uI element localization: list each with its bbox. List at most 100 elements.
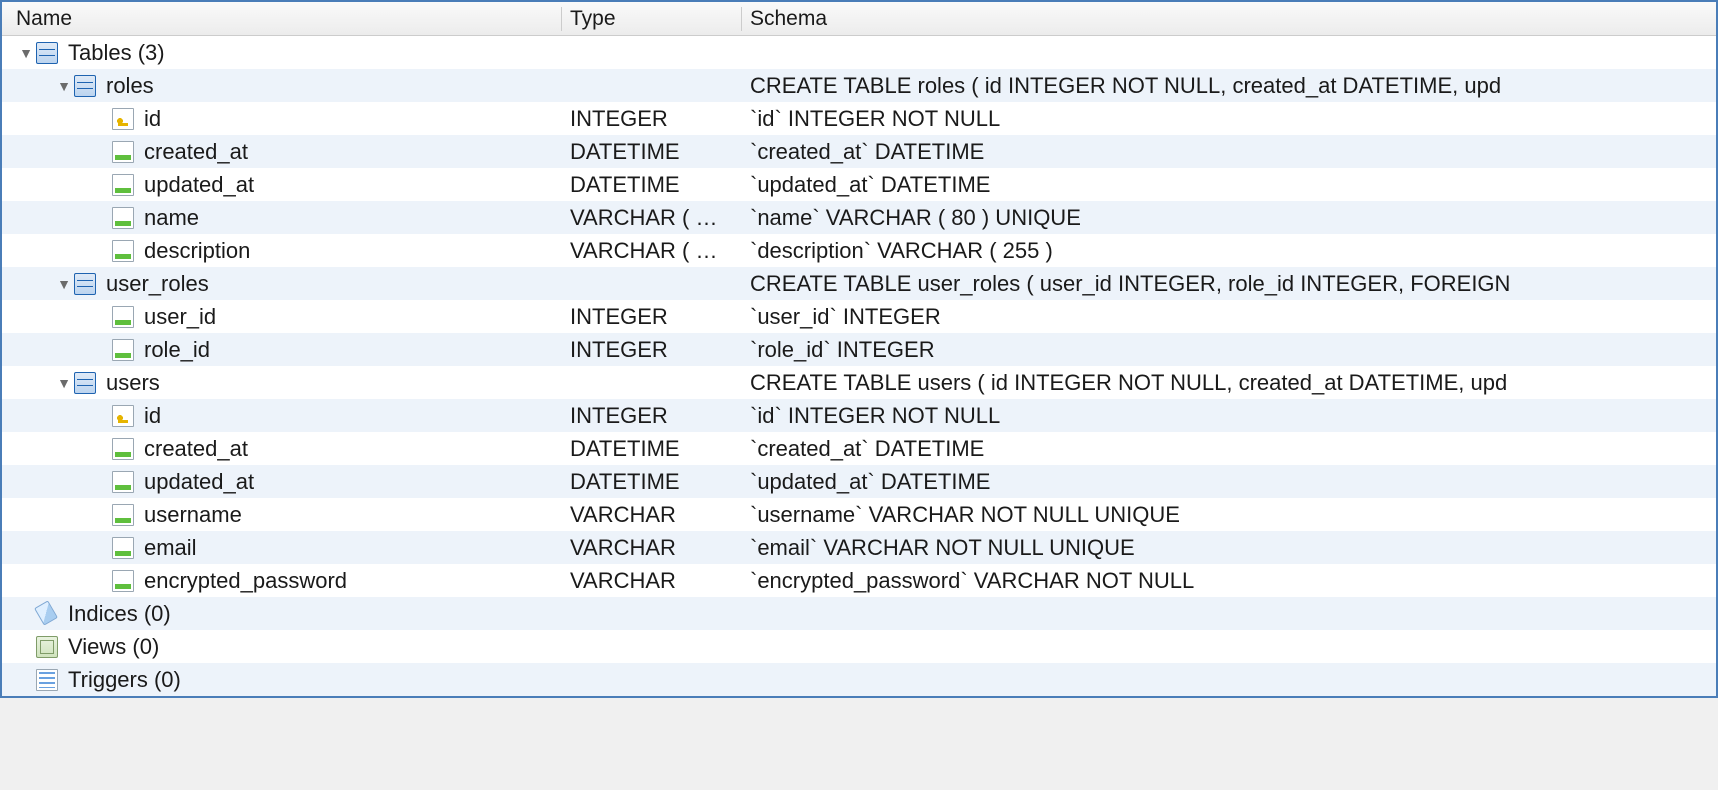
col-icon xyxy=(112,174,134,196)
cell-schema: `created_at` DATETIME xyxy=(742,436,1716,462)
cell-type: VARCHAR xyxy=(562,535,742,561)
header-type[interactable]: Type xyxy=(562,7,742,31)
table-icon xyxy=(36,42,58,64)
table-icon xyxy=(74,273,96,295)
row-label: role_id xyxy=(144,337,210,363)
cell-name: name xyxy=(2,205,562,231)
header-name[interactable]: Name xyxy=(2,7,562,31)
row-label: email xyxy=(144,535,197,561)
trigger-icon xyxy=(36,669,58,691)
cell-name: user_id xyxy=(2,304,562,330)
cell-name: Triggers (0) xyxy=(2,667,562,693)
tree-row[interactable]: updated_at DATETIME`updated_at` DATETIME xyxy=(2,465,1716,498)
cell-name: encrypted_password xyxy=(2,568,562,594)
tree-row[interactable]: ▼Tables (3) xyxy=(2,36,1716,69)
cell-name: updated_at xyxy=(2,172,562,198)
header-schema[interactable]: Schema xyxy=(742,7,1716,31)
tree-row[interactable]: Indices (0) xyxy=(2,597,1716,630)
row-label: created_at xyxy=(144,139,248,165)
row-label: name xyxy=(144,205,199,231)
row-label: created_at xyxy=(144,436,248,462)
cell-schema: `encrypted_password` VARCHAR NOT NULL xyxy=(742,568,1716,594)
disclosure-triangle[interactable]: ▼ xyxy=(54,276,74,292)
tree-row[interactable]: username VARCHAR`username` VARCHAR NOT NU… xyxy=(2,498,1716,531)
tree-rows: ▼Tables (3)▼rolesCREATE TABLE roles ( id… xyxy=(2,36,1716,696)
disclosure-triangle[interactable]: ▼ xyxy=(16,45,36,61)
col-icon xyxy=(112,570,134,592)
disclosure-triangle[interactable]: ▼ xyxy=(54,375,74,391)
tree-row[interactable]: nameVARCHAR ( …`name` VARCHAR ( 80 ) UNI… xyxy=(2,201,1716,234)
cell-type: INTEGER xyxy=(562,106,742,132)
cell-type: DATETIME xyxy=(562,139,742,165)
cell-schema: `id` INTEGER NOT NULL xyxy=(742,106,1716,132)
cell-name: ▼ roles xyxy=(2,73,562,99)
cell-type: INTEGER xyxy=(562,403,742,429)
tree-row[interactable]: user_idINTEGER`user_id` INTEGER xyxy=(2,300,1716,333)
row-label: Triggers (0) xyxy=(68,667,181,693)
disclosure-triangle[interactable]: ▼ xyxy=(54,78,74,94)
cell-schema: `user_id` INTEGER xyxy=(742,304,1716,330)
tree-row[interactable]: ▼user_roles CREATE TABLE user_roles ( use… xyxy=(2,267,1716,300)
cell-schema: `description` VARCHAR ( 255 ) xyxy=(742,238,1716,264)
row-label: id xyxy=(144,403,161,429)
cell-name: Indices (0) xyxy=(2,601,562,627)
cell-name: id xyxy=(2,403,562,429)
tree-row[interactable]: ▼rolesCREATE TABLE roles ( id INTEGER NO… xyxy=(2,69,1716,102)
cell-name: username xyxy=(2,502,562,528)
cell-schema: `role_id` INTEGER xyxy=(742,337,1716,363)
tree-row[interactable]: ▼ users CREATE TABLE users ( id INTEGER NO… xyxy=(2,366,1716,399)
cell-schema: `updated_at` DATETIME xyxy=(742,172,1716,198)
col-icon xyxy=(112,240,134,262)
row-label: description xyxy=(144,238,250,264)
col-icon xyxy=(112,141,134,163)
col-icon xyxy=(112,438,134,460)
tree-row[interactable]: updated_atDATETIME`updated_at` DATETIME xyxy=(2,168,1716,201)
row-label: Indices (0) xyxy=(68,601,171,627)
col-icon xyxy=(112,207,134,229)
col-icon xyxy=(112,339,134,361)
tree-row[interactable]: created_at DATETIME`created_at` DATETIME xyxy=(2,432,1716,465)
tree-row[interactable]: emailVARCHAR`email` VARCHAR NOT NULL UNI… xyxy=(2,531,1716,564)
cell-schema: `username` VARCHAR NOT NULL UNIQUE xyxy=(742,502,1716,528)
cell-name: ▼ users xyxy=(2,370,562,396)
tree-row[interactable]: encrypted_password VARCHAR`encrypted_pass… xyxy=(2,564,1716,597)
cell-name: created_at xyxy=(2,436,562,462)
cell-name: description xyxy=(2,238,562,264)
col-icon xyxy=(112,471,134,493)
row-label: users xyxy=(106,370,160,396)
col-icon xyxy=(112,537,134,559)
cell-name: id xyxy=(2,106,562,132)
cell-schema: CREATE TABLE users ( id INTEGER NOT NULL… xyxy=(742,370,1716,396)
row-label: updated_at xyxy=(144,172,254,198)
cell-name: updated_at xyxy=(2,469,562,495)
cell-type: VARCHAR ( … xyxy=(562,238,742,264)
tree-row[interactable]: created_at DATETIME`created_at` DATETIME xyxy=(2,135,1716,168)
row-label: roles xyxy=(106,73,154,99)
cell-schema: CREATE TABLE user_roles ( user_id INTEGE… xyxy=(742,271,1716,297)
cell-type: VARCHAR xyxy=(562,568,742,594)
cell-schema: `updated_at` DATETIME xyxy=(742,469,1716,495)
tree-row[interactable]: Triggers (0) xyxy=(2,663,1716,696)
schema-browser-panel: Name Type Schema ▼Tables (3)▼rolesCREATE… xyxy=(0,0,1718,698)
tree-row[interactable]: id INTEGER`id` INTEGER NOT NULL xyxy=(2,399,1716,432)
col-icon xyxy=(112,306,134,328)
cell-type: VARCHAR xyxy=(562,502,742,528)
cell-type: DATETIME xyxy=(562,436,742,462)
view-icon xyxy=(36,636,58,658)
tree-row[interactable]: idINTEGER`id` INTEGER NOT NULL xyxy=(2,102,1716,135)
row-label: username xyxy=(144,502,242,528)
row-label: updated_at xyxy=(144,469,254,495)
table-icon xyxy=(74,372,96,394)
cell-type: VARCHAR ( … xyxy=(562,205,742,231)
tree-row[interactable]: role_idINTEGER`role_id` INTEGER xyxy=(2,333,1716,366)
cell-name: created_at xyxy=(2,139,562,165)
cell-schema: `created_at` DATETIME xyxy=(742,139,1716,165)
tree-row[interactable]: description VARCHAR ( …`description` VARC… xyxy=(2,234,1716,267)
cell-type: DATETIME xyxy=(562,469,742,495)
table-icon xyxy=(74,75,96,97)
tree-row[interactable]: Views (0) xyxy=(2,630,1716,663)
row-label: encrypted_password xyxy=(144,568,347,594)
cell-name: ▼user_roles xyxy=(2,271,562,297)
index-icon xyxy=(36,603,58,625)
cell-schema: `id` INTEGER NOT NULL xyxy=(742,403,1716,429)
